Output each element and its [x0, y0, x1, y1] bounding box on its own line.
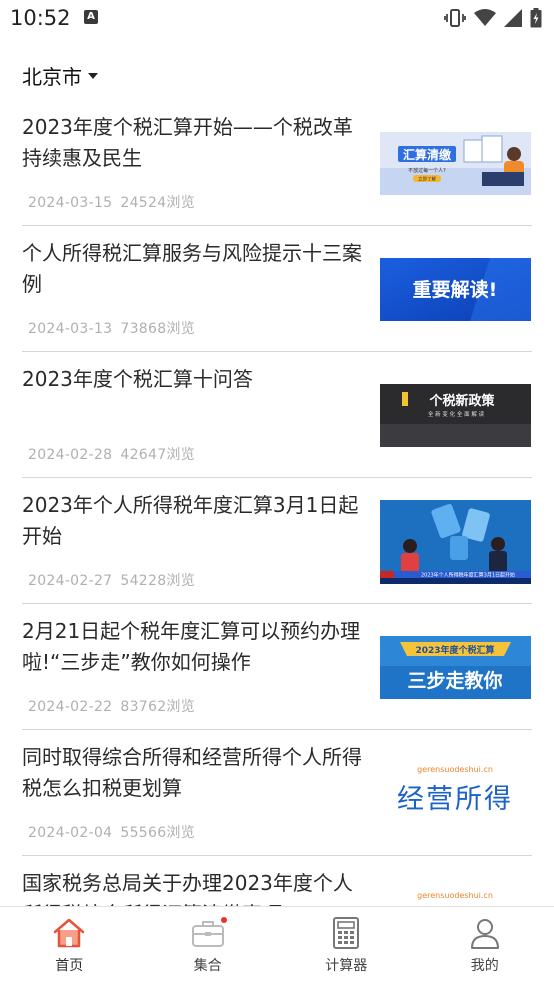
thumb-tag: 立即了解 — [418, 176, 436, 183]
battery-icon — [530, 8, 542, 28]
thumb-headline: 汇算清缴 — [403, 147, 452, 162]
article-views: 83762浏览 — [120, 699, 195, 715]
signal-icon — [504, 9, 522, 27]
article-thumbnail: 2023年个人所得税年度汇算3月1日起开始 — [380, 500, 531, 584]
article-date: 2024-03-13 — [28, 321, 112, 337]
notification-dot — [221, 917, 227, 923]
article-item[interactable]: 同时取得综合所得和经营所得个人所得税怎么扣税更划算 2024-02-04 5556… — [22, 730, 532, 856]
status-icons — [444, 7, 542, 29]
status-time: 10:52 — [10, 6, 71, 30]
bottom-tab-bar: 首页 集合 计算器 我的 — [0, 906, 554, 985]
tab-label: 首页 — [55, 955, 83, 975]
tab-label: 计算器 — [325, 955, 367, 975]
tab-mine[interactable]: 我的 — [416, 907, 554, 985]
vibrate-icon — [444, 8, 466, 28]
thumb-headline: 经营所得 — [397, 784, 513, 815]
status-bar: 10:52 A — [0, 0, 554, 36]
article-views: 54228浏览 — [120, 573, 195, 589]
thumb-subtitle: 不放过每一个人? — [408, 167, 446, 174]
thumb-site: gerensuodeshui.cn — [417, 891, 493, 900]
briefcase-icon — [190, 917, 226, 949]
home-icon — [51, 917, 87, 949]
article-thumbnail: 重要解读! — [380, 258, 531, 321]
tab-collection[interactable]: 集合 — [139, 907, 278, 985]
wifi-icon — [474, 9, 496, 27]
notification-icon: A — [84, 10, 98, 24]
article-title: 2023年度个税汇算开始——个税改革持续惠及民生 — [22, 112, 367, 174]
article-date: 2024-02-22 — [28, 699, 112, 715]
article-date: 2024-02-28 — [28, 447, 112, 463]
thumb-caption: 2023年个人所得税年度汇算3月1日起开始 — [421, 572, 515, 579]
article-thumbnail: gerensuodeshui.cn 经营所得 — [380, 762, 531, 825]
calculator-icon — [328, 917, 364, 949]
article-views: 55566浏览 — [120, 825, 195, 841]
thumb-headline: 个税新政策 — [428, 393, 495, 409]
thumb-headline: 三步走教你 — [407, 669, 502, 692]
article-item[interactable]: 2023年度个税汇算开始——个税改革持续惠及民生 2024-03-15 24524… — [22, 100, 532, 226]
tab-label: 我的 — [471, 955, 499, 975]
article-meta: 2024-03-13 73868浏览 — [28, 318, 195, 338]
article-date: 2024-02-04 — [28, 825, 112, 841]
article-thumbnail: gerensuodeshui.cn — [380, 888, 531, 906]
article-title: 同时取得综合所得和经营所得个人所得税怎么扣税更划算 — [22, 742, 367, 804]
article-title: 2月21日起个税年度汇算可以预约办理啦!“三步走”教你如何操作 — [22, 616, 367, 678]
article-item[interactable]: 2023年度个税汇算十问答 2024-02-28 42647浏览 个税新政策 全 … — [22, 352, 532, 478]
thumb-subtitle: 全 新 变 化 全 面 解 读 — [428, 410, 485, 418]
article-title: 国家税务总局关于办理2023年度个人所得税综合所得汇算清缴事项 — [22, 868, 367, 906]
article-views: 73868浏览 — [120, 321, 195, 337]
article-item[interactable]: 2月21日起个税年度汇算可以预约办理啦!“三步走”教你如何操作 2024-02-… — [22, 604, 532, 730]
tab-home[interactable]: 首页 — [0, 907, 139, 985]
thumb-subtitle: 2023年度个税汇算 — [415, 644, 494, 656]
article-title: 2023年度个税汇算十问答 — [22, 364, 367, 395]
location-selector[interactable]: 北京市 — [22, 60, 98, 90]
article-views: 42647浏览 — [120, 447, 195, 463]
article-meta: 2024-02-27 54228浏览 — [28, 570, 195, 590]
article-meta: 2024-02-28 42647浏览 — [28, 444, 195, 464]
article-views: 24524浏览 — [120, 195, 195, 211]
thumb-site: gerensuodeshui.cn — [417, 765, 493, 774]
tab-label: 集合 — [194, 955, 222, 975]
article-item[interactable]: 个人所得税汇算服务与风险提示十三案例 2024-03-13 73868浏览 重要解… — [22, 226, 532, 352]
user-icon — [467, 917, 503, 949]
article-meta: 2024-02-22 83762浏览 — [28, 696, 195, 716]
article-item[interactable]: 2023年个人所得税年度汇算3月1日起开始 2024-02-2754228浏览 … — [22, 478, 532, 604]
article-item[interactable]: 国家税务总局关于办理2023年度个人所得税综合所得汇算清缴事项 gerensuo… — [22, 856, 532, 906]
article-title: 2023年个人所得税年度汇算3月1日起开始 — [22, 490, 367, 552]
article-title: 个人所得税汇算服务与风险提示十三案例 — [22, 238, 367, 300]
article-meta: 2024-02-04 55566浏览 — [28, 822, 195, 842]
article-thumbnail: 汇算清缴 不放过每一个人? 立即了解 — [380, 132, 531, 195]
article-thumbnail: 个税新政策 全 新 变 化 全 面 解 读 — [380, 384, 531, 447]
tab-calculator[interactable]: 计算器 — [277, 907, 416, 985]
article-thumbnail: 2023年度个税汇算 三步走教你 — [380, 636, 531, 699]
caret-down-icon — [88, 73, 98, 79]
thumb-headline: 重要解读! — [413, 278, 498, 301]
article-meta: 2024-03-15 24524浏览 — [28, 192, 195, 212]
article-list[interactable]: 2023年度个税汇算开始——个税改革持续惠及民生 2024-03-15 24524… — [22, 100, 532, 906]
article-date: 2024-03-15 — [28, 195, 112, 211]
location-label: 北京市 — [22, 61, 82, 90]
article-date: 2024-02-27 — [28, 573, 112, 589]
